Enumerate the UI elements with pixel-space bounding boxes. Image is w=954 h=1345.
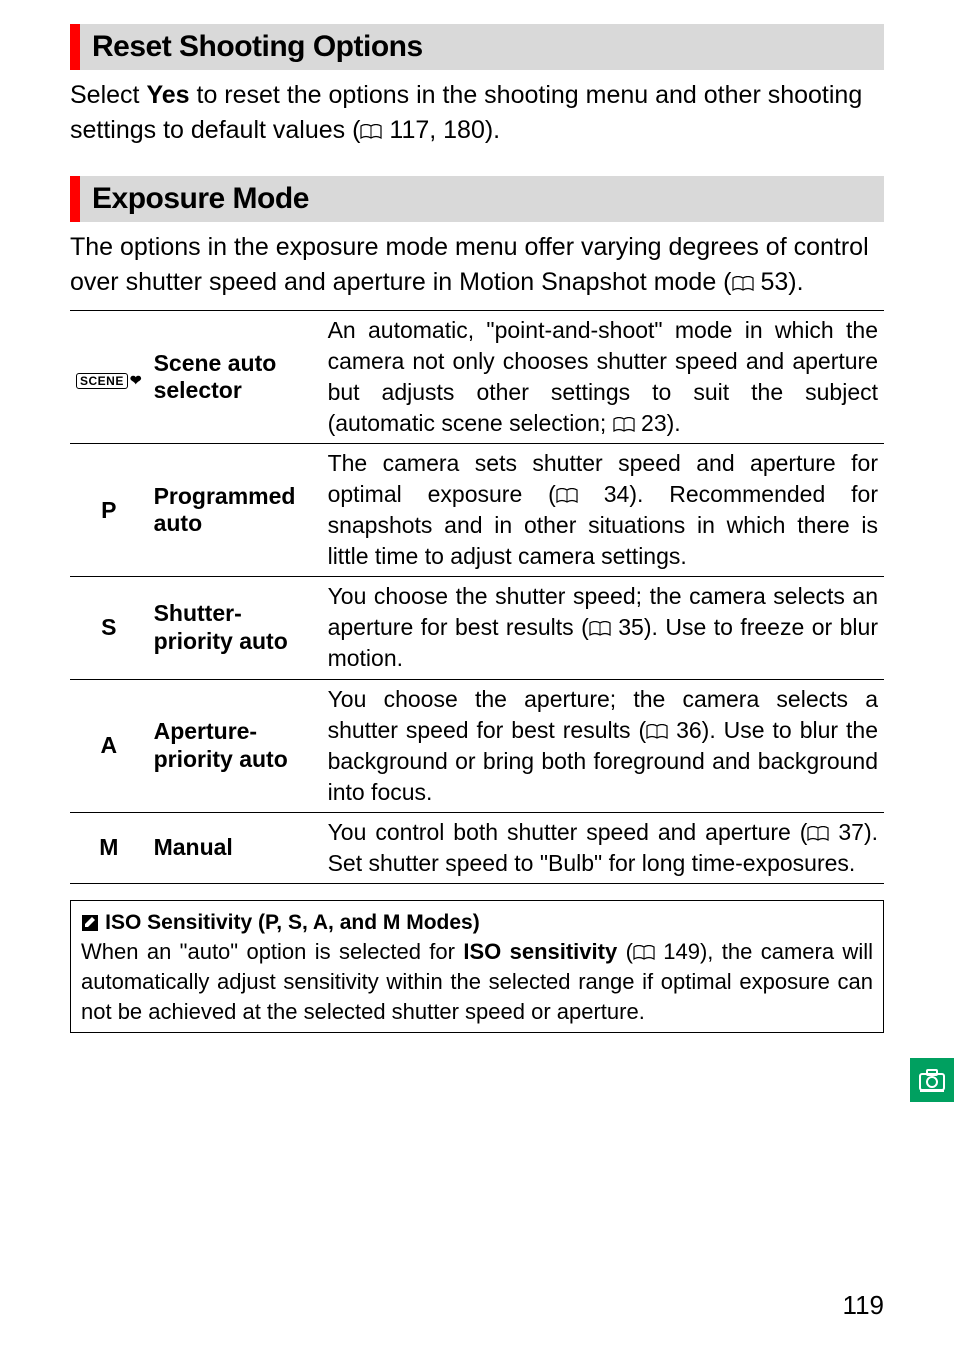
exposure-mode-table: SCENE❤ Scene auto selectorAn automatic, "… bbox=[70, 310, 884, 884]
exposure-heading: Exposure Mode bbox=[70, 176, 884, 222]
book-icon bbox=[807, 819, 829, 835]
scene-auto-icon: SCENE❤ bbox=[76, 373, 142, 389]
mode-label: Programmed auto bbox=[148, 444, 322, 577]
mode-code: S bbox=[70, 577, 148, 679]
iso-note-box: ISO Sensitivity (P, S, A, and M Modes) W… bbox=[70, 900, 884, 1033]
shooting-mode-tab-icon bbox=[910, 1058, 954, 1102]
mode-label: Manual bbox=[148, 812, 322, 883]
book-icon bbox=[646, 717, 668, 733]
book-icon bbox=[613, 410, 635, 426]
book-icon bbox=[589, 614, 611, 630]
table-row: PProgrammed autoThe camera sets shutter … bbox=[70, 444, 884, 577]
reset-body-pre: Select bbox=[70, 81, 146, 109]
iso-note-bold: ISO sensitivity bbox=[463, 939, 617, 964]
table-row: MManualYou control both shutter speed an… bbox=[70, 812, 884, 883]
table-row: SShutter-priority autoYou choose the shu… bbox=[70, 577, 884, 679]
exposure-body-ref: 53). bbox=[754, 268, 804, 296]
book-icon bbox=[360, 115, 382, 131]
exposure-body: The options in the exposure mode menu of… bbox=[70, 230, 884, 300]
mode-code: P bbox=[70, 444, 148, 577]
mode-description: You choose the shutter speed; the camera… bbox=[322, 577, 884, 679]
mode-code: SCENE❤ bbox=[70, 311, 148, 444]
mode-code: M bbox=[70, 812, 148, 883]
mode-description: An automatic, "point-and-shoot" mode in … bbox=[322, 311, 884, 444]
page-number: 119 bbox=[843, 1290, 884, 1321]
iso-note-pre: When an "auto" option is selected for bbox=[81, 939, 463, 964]
mode-code: A bbox=[70, 679, 148, 812]
reset-body-yes: Yes bbox=[146, 81, 189, 109]
book-icon bbox=[633, 939, 655, 955]
iso-note-title: ISO Sensitivity (P, S, A, and M Modes) bbox=[105, 911, 480, 934]
mode-label: Shutter-priority auto bbox=[148, 577, 322, 679]
book-icon bbox=[556, 481, 578, 497]
mode-description: You control both shutter speed and apert… bbox=[322, 812, 884, 883]
reset-heading: Reset Shooting Options bbox=[70, 24, 884, 70]
pencil-icon bbox=[81, 909, 99, 934]
book-icon bbox=[732, 267, 754, 283]
mode-label: Scene auto selector bbox=[148, 311, 322, 444]
mode-description: The camera sets shutter speed and apertu… bbox=[322, 444, 884, 577]
mode-label: Aperture-priority auto bbox=[148, 679, 322, 812]
table-row: AAperture-priority autoYou choose the ap… bbox=[70, 679, 884, 812]
reset-body: Select Yes to reset the options in the s… bbox=[70, 78, 884, 148]
reset-body-ref: 117, 180). bbox=[382, 116, 500, 144]
table-row: SCENE❤ Scene auto selectorAn automatic, "… bbox=[70, 311, 884, 444]
iso-note-mid: ( bbox=[617, 939, 633, 964]
mode-description: You choose the aperture; the camera sele… bbox=[322, 679, 884, 812]
